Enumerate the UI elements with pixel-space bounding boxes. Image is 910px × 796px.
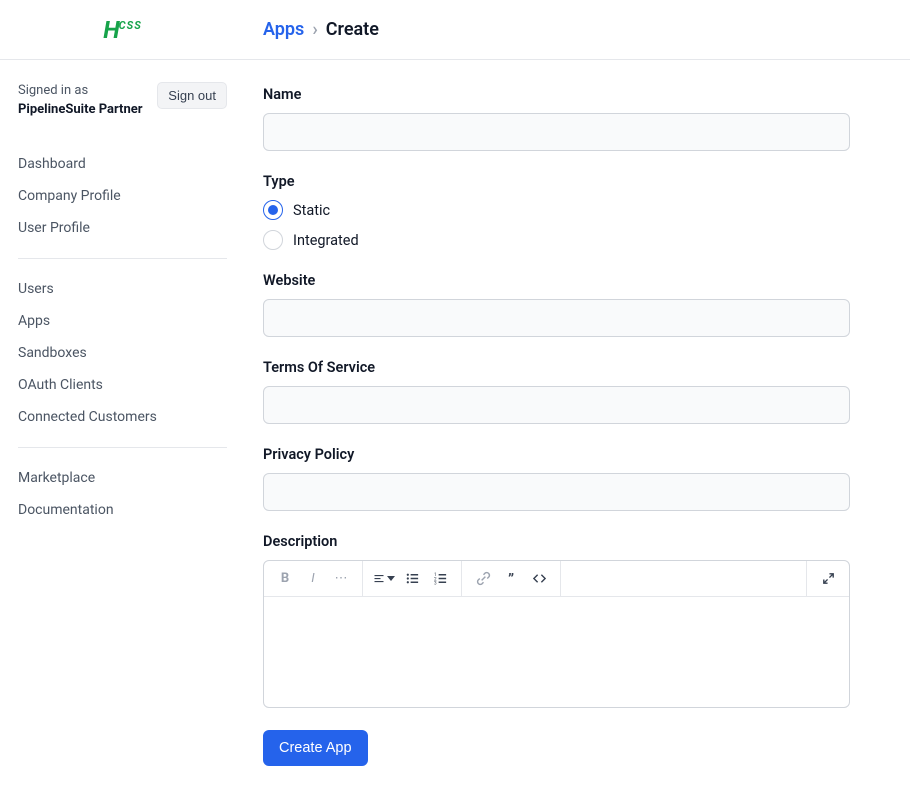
toolbar-group-paragraph: 123 xyxy=(363,561,462,596)
nav-separator xyxy=(18,258,227,259)
signed-in-name: PipelineSuite Partner xyxy=(18,101,143,120)
radio-integrated-label: Integrated xyxy=(293,232,359,249)
editor-toolbar: B I ⋯ 123 xyxy=(264,561,849,597)
privacy-label: Privacy Policy xyxy=(263,446,850,463)
main-content: Name Type Static Integrated Website Term… xyxy=(245,60,910,796)
logo[interactable]: HCSS xyxy=(0,16,245,44)
sidebar-item-apps[interactable]: Apps xyxy=(18,305,227,337)
link-icon[interactable] xyxy=(472,568,494,590)
align-icon[interactable] xyxy=(373,568,395,590)
layout: Signed in as PipelineSuite Partner Sign … xyxy=(0,60,910,796)
toolbar-group-text: B I ⋯ xyxy=(264,561,363,596)
expand-icon[interactable] xyxy=(817,568,839,590)
toolbar-group-expand xyxy=(806,561,849,596)
type-label: Type xyxy=(263,173,850,190)
website-input[interactable] xyxy=(263,299,850,337)
sidebar-item-documentation[interactable]: Documentation xyxy=(18,494,227,526)
bullet-list-icon[interactable] xyxy=(401,568,423,590)
logo-sup: CSS xyxy=(119,19,142,32)
tos-label: Terms Of Service xyxy=(263,359,850,376)
sidebar-item-sandboxes[interactable]: Sandboxes xyxy=(18,337,227,369)
sidebar-item-dashboard[interactable]: Dashboard xyxy=(18,148,227,180)
radio-circle-icon xyxy=(263,230,283,250)
radio-static-label: Static xyxy=(293,202,330,219)
nav-group-2: Users Apps Sandboxes OAuth Clients Conne… xyxy=(18,267,227,439)
sidebar: Signed in as PipelineSuite Partner Sign … xyxy=(0,60,245,796)
website-label: Website xyxy=(263,272,850,289)
nav-group-1: Dashboard Company Profile User Profile xyxy=(18,142,227,250)
signed-in-row: Signed in as PipelineSuite Partner Sign … xyxy=(18,82,227,120)
field-name: Name xyxy=(263,86,850,151)
nav-group-3: Marketplace Documentation xyxy=(18,456,227,532)
breadcrumb: Apps › Create xyxy=(245,19,379,40)
privacy-input[interactable] xyxy=(263,473,850,511)
name-input[interactable] xyxy=(263,113,850,151)
breadcrumb-apps-link[interactable]: Apps xyxy=(263,19,304,40)
sidebar-item-user-profile[interactable]: User Profile xyxy=(18,212,227,244)
chevron-right-icon: › xyxy=(312,19,317,40)
field-description: Description B I ⋯ xyxy=(263,533,850,708)
quote-icon[interactable]: ” xyxy=(500,568,522,590)
field-privacy: Privacy Policy xyxy=(263,446,850,511)
bold-icon[interactable]: B xyxy=(274,568,296,590)
field-tos: Terms Of Service xyxy=(263,359,850,424)
signed-in-text: Signed in as PipelineSuite Partner xyxy=(18,82,143,120)
svg-text:3: 3 xyxy=(433,581,436,586)
topbar: HCSS Apps › Create xyxy=(0,0,910,60)
sidebar-item-users[interactable]: Users xyxy=(18,273,227,305)
sidebar-item-connected-customers[interactable]: Connected Customers xyxy=(18,401,227,433)
tos-input[interactable] xyxy=(263,386,850,424)
chevron-down-icon xyxy=(387,576,395,581)
sidebar-item-company-profile[interactable]: Company Profile xyxy=(18,180,227,212)
more-icon[interactable]: ⋯ xyxy=(330,568,352,590)
radio-circle-icon xyxy=(263,200,283,220)
description-label: Description xyxy=(263,533,850,550)
radio-static[interactable]: Static xyxy=(263,200,850,220)
logo-main: H xyxy=(103,16,118,44)
italic-icon[interactable]: I xyxy=(302,568,324,590)
field-type: Type Static Integrated xyxy=(263,173,850,250)
description-input[interactable] xyxy=(264,597,849,707)
ordered-list-icon[interactable]: 123 xyxy=(429,568,451,590)
logo-text: HCSS xyxy=(103,16,142,44)
create-app-button[interactable]: Create App xyxy=(263,730,368,766)
field-website: Website xyxy=(263,272,850,337)
breadcrumb-current: Create xyxy=(326,19,379,40)
name-label: Name xyxy=(263,86,850,103)
nav-separator xyxy=(18,447,227,448)
radio-integrated[interactable]: Integrated xyxy=(263,230,850,250)
sidebar-item-marketplace[interactable]: Marketplace xyxy=(18,462,227,494)
signed-in-label: Signed in as xyxy=(18,82,143,101)
code-icon[interactable] xyxy=(528,568,550,590)
toolbar-group-insert: ” xyxy=(462,561,561,596)
rich-text-editor: B I ⋯ 123 xyxy=(263,560,850,708)
sign-out-button[interactable]: Sign out xyxy=(157,82,227,109)
sidebar-item-oauth-clients[interactable]: OAuth Clients xyxy=(18,369,227,401)
